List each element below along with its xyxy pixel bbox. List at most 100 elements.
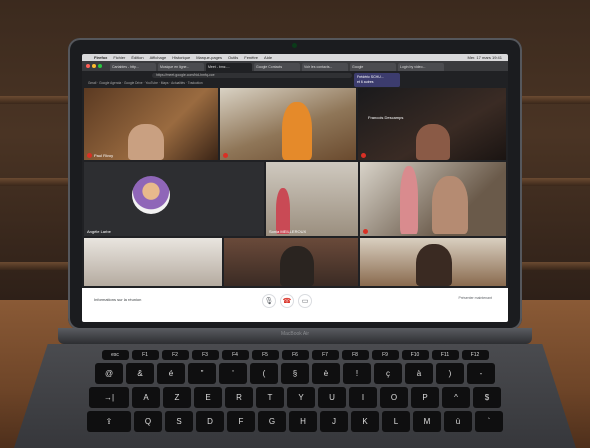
key[interactable]: é [157, 363, 185, 384]
participant-pill[interactable]: Frédéric SCHU... et 6 autres [354, 73, 400, 87]
browser-tab[interactable]: Google Contacts [254, 63, 300, 71]
laptop-screen: Firefox Fichier Édition Affichage Histor… [82, 54, 508, 322]
key[interactable]: F10 [401, 350, 429, 360]
key[interactable]: ù [444, 411, 472, 432]
key[interactable]: E [194, 387, 222, 408]
key[interactable]: J [320, 411, 348, 432]
participant-figure [280, 246, 314, 286]
key[interactable]: F7 [311, 350, 339, 360]
browser-tab-active[interactable]: Meet - bmz-... [206, 63, 252, 71]
video-tile[interactable]: Sonia MEILLEROUX [266, 162, 358, 236]
key[interactable]: F9 [371, 350, 399, 360]
key[interactable]: " [188, 363, 216, 384]
key[interactable]: esc [101, 350, 129, 360]
key[interactable]: R [225, 387, 253, 408]
key[interactable]: F11 [431, 350, 459, 360]
key[interactable]: F6 [281, 350, 309, 360]
present-now-button[interactable]: Présenter maintenant [459, 296, 492, 300]
key[interactable]: ' [219, 363, 247, 384]
key[interactable]: →| [89, 387, 129, 408]
key[interactable]: Y [287, 387, 315, 408]
key[interactable]: è [312, 363, 340, 384]
menu-item-edit[interactable]: Édition [131, 55, 143, 60]
browser-tab[interactable]: Voir les contacts... [302, 63, 348, 71]
meeting-info-button[interactable]: Informations sur la réunion [94, 297, 141, 302]
mic-off-icon [363, 229, 368, 234]
menu-item-history[interactable]: Historique [172, 55, 190, 60]
url-input[interactable]: https://meet.google.com/hid-hmfq-cce [152, 73, 352, 78]
key[interactable]: T [256, 387, 284, 408]
menu-item-tools[interactable]: Outils [228, 55, 238, 60]
key[interactable]: ( [250, 363, 278, 384]
participant-figure [282, 102, 312, 160]
participant-figure [400, 166, 418, 234]
key[interactable]: P [411, 387, 439, 408]
key[interactable]: F [227, 411, 255, 432]
key[interactable]: F12 [461, 350, 489, 360]
key[interactable]: @ [95, 363, 123, 384]
mac-menu-bar: Firefox Fichier Édition Affichage Histor… [82, 54, 508, 61]
key[interactable]: D [196, 411, 224, 432]
video-tile[interactable]: Angèle Larbe [84, 162, 264, 236]
browser-tab[interactable]: Musique en ligne... [158, 63, 204, 71]
key[interactable]: M [413, 411, 441, 432]
key[interactable]: F5 [251, 350, 279, 360]
key[interactable]: S [165, 411, 193, 432]
key[interactable]: K [351, 411, 379, 432]
zoom-window-icon[interactable] [98, 64, 102, 68]
key[interactable]: A [132, 387, 160, 408]
menu-item-help[interactable]: Aide [264, 55, 272, 60]
key[interactable]: ) [436, 363, 464, 384]
key[interactable]: U [318, 387, 346, 408]
menu-clock[interactable]: Mer. 17 mars 19:41 [468, 55, 508, 60]
key[interactable]: L [382, 411, 410, 432]
key[interactable]: I [349, 387, 377, 408]
menu-item-view[interactable]: Affichage [150, 55, 167, 60]
key[interactable]: F3 [191, 350, 219, 360]
key[interactable]: H [289, 411, 317, 432]
video-tile[interactable] [220, 88, 356, 160]
video-tile[interactable] [360, 162, 506, 236]
key[interactable]: O [380, 387, 408, 408]
menu-app-name[interactable]: Firefox [94, 55, 107, 60]
menu-item-bookmarks[interactable]: Marque-pages [196, 55, 222, 60]
participant-pill-sub: et 6 autres [357, 80, 374, 84]
video-tile[interactable] [360, 238, 506, 286]
video-tile[interactable]: Paul Rivoy [84, 88, 218, 160]
key[interactable]: F2 [161, 350, 189, 360]
key[interactable]: F4 [221, 350, 249, 360]
close-window-icon[interactable] [86, 64, 90, 68]
microphone-toggle-button[interactable]: 🎙 [262, 294, 276, 308]
key[interactable]: & [126, 363, 154, 384]
key[interactable]: F8 [341, 350, 369, 360]
key[interactable]: ç [374, 363, 402, 384]
camera-toggle-button[interactable]: ▭ [298, 294, 312, 308]
video-tile[interactable]: Francois Descamps [358, 88, 506, 160]
key[interactable]: G [258, 411, 286, 432]
key[interactable]: Q [134, 411, 162, 432]
minimize-window-icon[interactable] [92, 64, 96, 68]
window-controls [86, 64, 102, 68]
key[interactable]: ` [475, 411, 503, 432]
video-tile[interactable] [84, 238, 222, 286]
browser-tab[interactable]: Cartables - http... [110, 63, 156, 71]
end-call-button[interactable]: ☎ [280, 294, 294, 308]
key[interactable]: ⇪ [87, 411, 131, 432]
key[interactable]: ! [343, 363, 371, 384]
bookmarks-bar[interactable]: Gmail · Google Agenda · Google Drive · Y… [82, 80, 508, 87]
key[interactable]: - [467, 363, 495, 384]
menu-item-window[interactable]: Fenêtre [244, 55, 258, 60]
participant-figure [416, 244, 452, 286]
key[interactable]: § [281, 363, 309, 384]
video-tile[interactable] [224, 238, 358, 286]
key[interactable]: Z [163, 387, 191, 408]
browser-tab[interactable]: Google [350, 63, 396, 71]
browser-tab[interactable]: Login by video... [398, 63, 444, 71]
key[interactable]: à [405, 363, 433, 384]
keyboard-top-letter-row: →| A Z E R T Y U I O P ^ $ [40, 387, 550, 408]
key[interactable]: ^ [442, 387, 470, 408]
address-bar-row: https://meet.google.com/hid-hmfq-cce [82, 71, 508, 80]
menu-item-file[interactable]: Fichier [113, 55, 125, 60]
key[interactable]: F1 [131, 350, 159, 360]
key[interactable]: $ [473, 387, 501, 408]
